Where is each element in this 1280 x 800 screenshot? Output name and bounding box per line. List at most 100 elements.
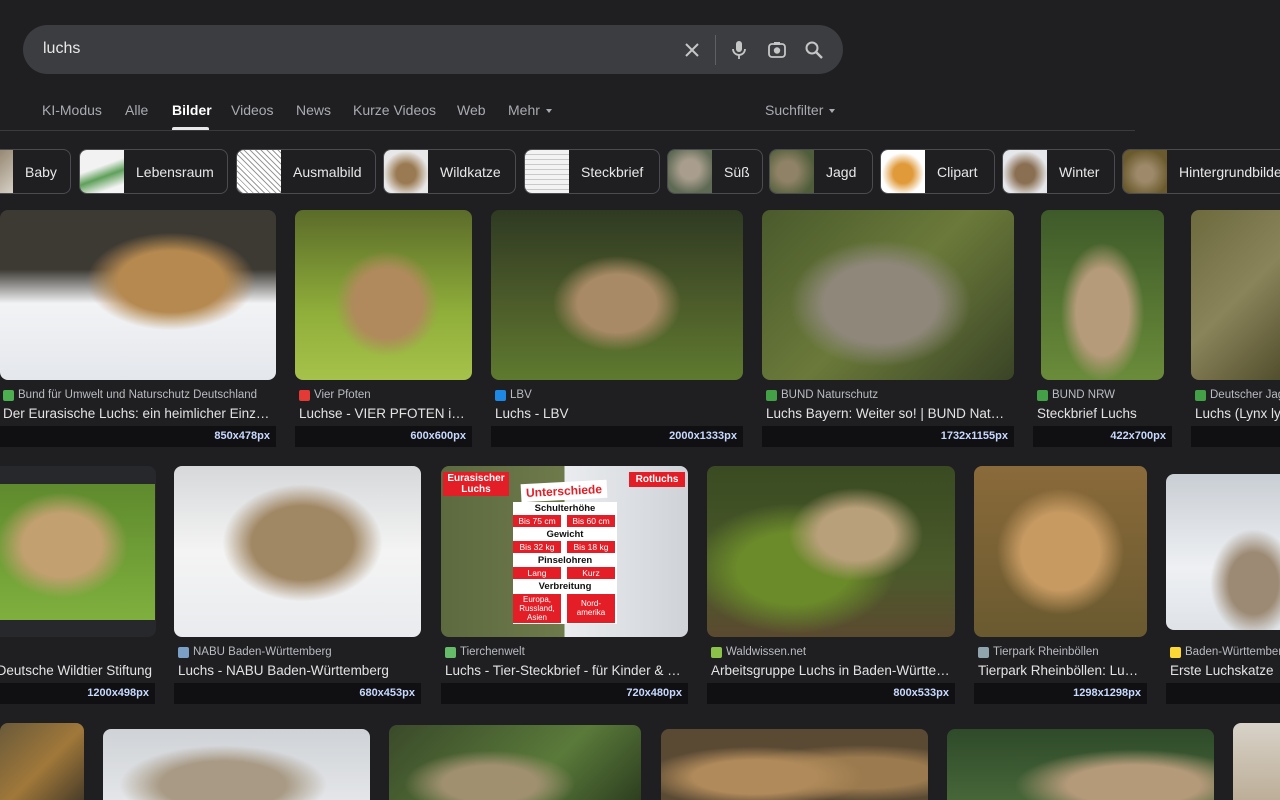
infographic-left-value: Lang <box>513 567 561 579</box>
result-title[interactable]: Luchs (Lynx lynx) <box>1195 406 1280 421</box>
result-source: Tierchenwelt <box>445 646 685 658</box>
chip-clipart[interactable]: Clipart <box>880 149 995 194</box>
chip-thumbnail <box>525 150 569 193</box>
result-dimensions <box>1166 683 1280 704</box>
infographic-right-value: Bis 60 cm <box>567 515 615 527</box>
tab-web[interactable]: Web <box>457 102 486 118</box>
favicon-icon <box>178 646 189 658</box>
result-title[interactable]: Deutsche Wildtier Stiftung <box>0 663 152 678</box>
result-image[interactable] <box>389 725 641 800</box>
search-divider <box>715 35 716 65</box>
infographic-row-label: Gewicht <box>546 529 584 540</box>
chip-label: Hintergrundbilder <box>1179 163 1280 180</box>
search-filter-button[interactable]: Suchfilter <box>765 102 836 118</box>
result-image[interactable] <box>707 466 955 637</box>
result-title[interactable]: Luchs - LBV <box>495 406 740 421</box>
infographic-table: Schulterhöhe Bis 75 cm Bis 60 cm Gewicht… <box>513 502 617 624</box>
search-tabs: KI-Modus Alle Bilder Videos News Kurze V… <box>0 93 1280 131</box>
result-title[interactable]: Erste Luchskatze <box>1170 663 1280 678</box>
chevron-down-icon <box>545 109 552 114</box>
result-image[interactable] <box>0 210 276 380</box>
result-image[interactable] <box>0 466 156 637</box>
result-dimensions <box>1191 426 1280 447</box>
result-image[interactable] <box>1166 474 1280 630</box>
result-image[interactable] <box>0 723 84 800</box>
tab-mehr[interactable]: Mehr <box>508 102 552 118</box>
result-dimensions: 1200x498px <box>0 683 155 704</box>
tabs-divider <box>0 130 1135 131</box>
source-name: Tierchenwelt <box>460 646 525 658</box>
chip-label: Baby <box>25 163 57 180</box>
result-image[interactable] <box>974 466 1147 637</box>
search-input[interactable]: luchs <box>43 40 80 58</box>
tab-bilder[interactable]: Bilder <box>172 102 212 118</box>
tab-ki-modus[interactable]: KI-Modus <box>42 102 102 118</box>
result-image[interactable] <box>103 729 370 800</box>
result-image[interactable] <box>947 729 1214 800</box>
tab-videos[interactable]: Videos <box>231 102 274 118</box>
tab-alle[interactable]: Alle <box>125 102 148 118</box>
favicon-icon <box>299 389 310 401</box>
infographic-heading: Unterschiede <box>520 479 608 503</box>
result-image[interactable] <box>762 210 1014 380</box>
chip-winter[interactable]: Winter <box>1002 149 1115 194</box>
result-dimensions: 1732x1155px <box>762 426 1014 447</box>
microphone-icon[interactable] <box>726 37 752 63</box>
result-image[interactable] <box>174 466 421 637</box>
chip-thumbnail <box>668 150 712 193</box>
result-title[interactable]: Tierpark Rheinböllen: Luchse <box>978 663 1144 678</box>
chip-thumbnail <box>237 150 281 193</box>
result-dimensions: 720x480px <box>441 683 688 704</box>
chip-label: Ausmalbild <box>293 163 362 180</box>
source-name: BUND Naturschutz <box>781 389 879 401</box>
search-bar[interactable]: luchs <box>23 25 843 74</box>
result-title[interactable]: Luchs - Tier-Steckbrief - für Kinder & E… <box>445 663 685 678</box>
favicon-icon <box>445 646 456 658</box>
chip-label: Steckbrief <box>581 163 644 180</box>
chip-thumbnail <box>384 150 428 193</box>
chip-lebensraum[interactable]: Lebensraum <box>79 149 228 194</box>
result-image[interactable] <box>295 210 472 380</box>
chip-ausmalbild[interactable]: Ausmalbild <box>236 149 376 194</box>
favicon-icon <box>1195 389 1206 401</box>
camera-lens-icon[interactable] <box>764 37 790 63</box>
tab-news[interactable]: News <box>296 102 331 118</box>
result-source: LBV <box>495 389 740 401</box>
chip-baby[interactable]: Baby <box>0 149 71 194</box>
infographic-right-value: Nord-amerika <box>567 594 615 623</box>
chip-wildkatze[interactable]: Wildkatze <box>383 149 516 194</box>
result-title[interactable]: Luchs Bayern: Weiter so! | BUND Natursch… <box>766 406 1011 421</box>
result-image[interactable] <box>1233 723 1280 800</box>
chip-label: Clipart <box>937 163 978 180</box>
chip-suess[interactable]: Süß <box>667 149 763 194</box>
infographic-left-value: Bis 32 kg <box>513 541 561 553</box>
result-dimensions: 800x533px <box>707 683 955 704</box>
favicon-icon <box>1170 646 1181 658</box>
result-image[interactable] <box>1041 210 1164 380</box>
result-source: BUND NRW <box>1037 389 1167 401</box>
result-image-infographic[interactable]: Eurasischer Luchs Rotluchs Unterschiede … <box>441 466 688 637</box>
favicon-icon <box>1037 389 1048 401</box>
result-title[interactable]: Arbeitsgruppe Luchs in Baden-Württemberg <box>711 663 951 678</box>
source-name: Tierpark Rheinböllen <box>993 646 1099 658</box>
source-name: BUND NRW <box>1052 389 1116 401</box>
result-image[interactable] <box>1191 210 1280 380</box>
result-image[interactable] <box>491 210 743 380</box>
result-title[interactable]: Steckbrief Luchs <box>1037 406 1167 421</box>
chip-label: Winter <box>1059 163 1100 180</box>
result-title[interactable]: Luchse - VIER PFOTEN in Deutschland <box>299 406 469 421</box>
result-title[interactable]: Der Eurasische Luchs: ein heimlicher Ein… <box>3 406 273 421</box>
chip-steckbrief[interactable]: Steckbrief <box>524 149 660 194</box>
close-icon[interactable] <box>679 37 705 63</box>
result-source: Bund für Umwelt und Naturschutz Deutschl… <box>3 389 273 401</box>
chip-hintergrundbilder[interactable]: Hintergrundbilder <box>1122 149 1280 194</box>
chip-jagd[interactable]: Jagd <box>769 149 873 194</box>
result-title[interactable]: Luchs - NABU Baden-Württemberg <box>178 663 418 678</box>
result-image[interactable] <box>661 729 928 800</box>
chip-label: Wildkatze <box>440 163 501 180</box>
tab-kurze-videos[interactable]: Kurze Videos <box>353 102 436 118</box>
result-source: Waldwissen.net <box>711 646 951 658</box>
result-dimensions: 680x453px <box>174 683 421 704</box>
result-source: Deutscher Jagdverband <box>1195 389 1280 401</box>
search-icon[interactable] <box>801 37 827 63</box>
